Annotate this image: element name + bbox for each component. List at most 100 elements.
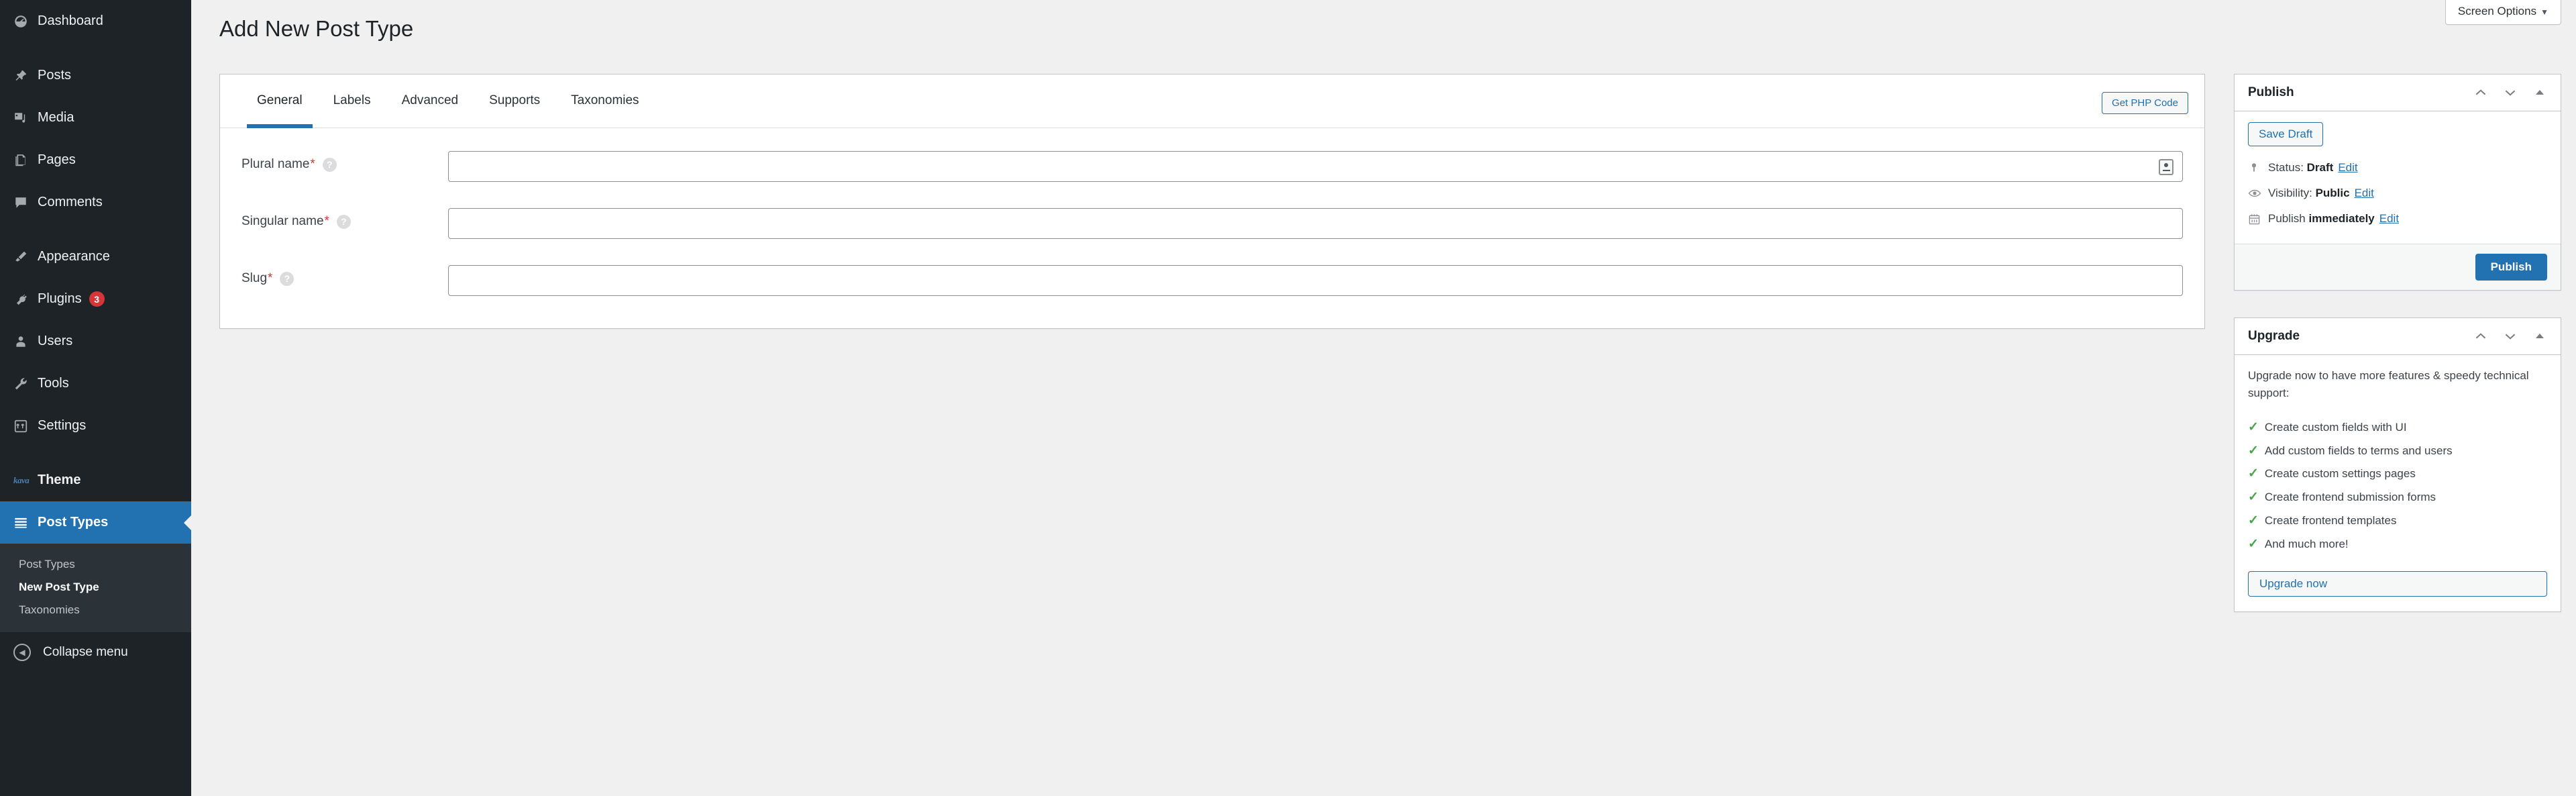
move-down-icon[interactable] [2499,325,2522,348]
sidebar-item-label: Users [38,334,73,348]
singular-name-label-text: Singular name [241,214,324,228]
calendar-icon [2248,213,2268,226]
sidebar-item-post-types[interactable]: Post Types [0,501,192,544]
pages-icon [13,153,38,168]
sidebar-item-users[interactable]: Users [0,320,191,362]
publish-postbox-title: Publish [2248,85,2294,99]
screen-options-button[interactable]: Screen Options ▼ [2445,0,2561,25]
collapse-menu-label: Collapse menu [43,645,128,659]
post-type-form-card: General Labels Advanced Supports Taxonom… [219,74,2205,329]
upgrade-postbox-body: Upgrade now to have more features & spee… [2235,355,2561,611]
plugins-update-badge: 3 [89,291,105,307]
sidebar-item-theme[interactable]: kava Theme [0,459,191,501]
sidebar-item-settings[interactable]: Settings [0,405,191,447]
status-edit-link[interactable]: Edit [2338,161,2357,175]
paintbrush-icon [13,250,38,264]
pin-icon [13,68,38,83]
move-up-icon[interactable] [2469,81,2492,104]
publish-postbox: Publish Save Draft Status: Draft Edit Vi… [2234,74,2561,291]
status-row: Status: Draft Edit [2248,155,2547,181]
field-row-singular-name: Singular name * ? [220,208,2204,239]
feature-label: Create frontend templates [2264,514,2397,528]
sidebar-item-label: Theme [38,472,81,487]
list-item: ✓ Add custom fields to terms and users [2248,440,2547,463]
submenu-item-new-post-type[interactable]: New Post Type [0,576,191,599]
sidebar-item-posts[interactable]: Posts [0,54,191,97]
upgrade-postbox-title: Upgrade [2248,329,2300,343]
feature-label: Create custom fields with UI [2264,420,2407,434]
sidebar-item-dashboard[interactable]: Dashboard [0,0,191,42]
schedule-edit-link[interactable]: Edit [2379,212,2399,226]
singular-name-control [448,208,2204,239]
form-tabs: General Labels Advanced Supports Taxonom… [220,74,2204,128]
sidebar-item-pages[interactable]: Pages [0,139,191,181]
autofill-icon[interactable] [2159,159,2174,175]
plug-icon [13,292,38,307]
admin-menu: Dashboard Posts Media Pages Comments App… [0,0,192,544]
settings-icon [13,419,38,434]
submenu-item-taxonomies[interactable]: Taxonomies [0,599,191,621]
upgrade-postbox-header: Upgrade [2235,318,2561,355]
submenu-item-post-types[interactable]: Post Types [0,553,191,576]
toggle-panel-icon[interactable] [2528,81,2551,104]
eye-icon [2248,187,2268,200]
publish-postbox-body: Save Draft Status: Draft Edit Visibility… [2235,111,2561,244]
sidebar-item-label: Media [38,110,74,125]
check-icon: ✓ [2248,419,2259,434]
menu-separator [0,447,191,459]
upgrade-postbox: Upgrade Upgrade now to have more feature… [2234,317,2561,613]
wrench-icon [13,377,38,391]
singular-name-input[interactable] [448,208,2183,239]
tab-labels[interactable]: Labels [318,74,386,128]
sidebar-postboxes: Publish Save Draft Status: Draft Edit Vi… [2234,74,2561,639]
sidebar-item-appearance[interactable]: Appearance [0,236,191,278]
list-item: ✓ Create frontend submission forms [2248,486,2547,509]
tab-general[interactable]: General [241,74,318,128]
slug-label-text: Slug [241,271,268,285]
sidebar-item-plugins[interactable]: Plugins 3 [0,278,191,320]
help-icon[interactable]: ? [322,157,337,172]
save-draft-button[interactable]: Save Draft [2248,122,2324,146]
visibility-label: Visibility: [2268,187,2312,199]
menu-separator [0,42,191,54]
check-icon: ✓ [2248,513,2259,528]
plural-name-control [448,151,2204,182]
help-icon[interactable]: ? [336,214,351,229]
comments-icon [13,195,38,210]
tab-advanced[interactable]: Advanced [386,74,474,128]
tab-supports[interactable]: Supports [474,74,555,128]
feature-label: Create custom settings pages [2264,467,2416,481]
sidebar-item-media[interactable]: Media [0,97,191,139]
visibility-edit-link[interactable]: Edit [2355,187,2374,200]
list-item: ✓ Create custom settings pages [2248,462,2547,486]
sidebar-item-label: Comments [38,195,103,209]
move-up-icon[interactable] [2469,325,2492,348]
sidebar-item-tools[interactable]: Tools [0,362,191,405]
sidebar-item-label: Post Types [38,515,109,530]
tab-taxonomies[interactable]: Taxonomies [555,74,654,128]
sidebar-item-label: Plugins [38,291,82,306]
required-marker: * [310,157,315,171]
kava-logo-icon: kava [13,475,38,486]
kava-logo-text: kava [13,475,30,485]
toggle-panel-icon[interactable] [2528,325,2551,348]
media-icon [13,111,38,126]
help-icon[interactable]: ? [280,271,294,286]
sidebar-item-label: Tools [38,376,69,391]
collapse-menu-button[interactable]: ◀ Collapse menu [0,632,191,673]
publish-button[interactable]: Publish [2475,254,2547,281]
get-php-code-button[interactable]: Get PHP Code [2102,92,2188,114]
slug-input[interactable] [448,265,2183,296]
plural-name-input[interactable] [448,151,2183,182]
chevron-down-icon: ▼ [2540,7,2548,17]
feature-label: Create frontend submission forms [2264,491,2436,504]
list-item: ✓ And much more! [2248,533,2547,556]
status-value: Draft [2306,161,2334,174]
page-title: Add New Post Type [219,16,414,41]
move-down-icon[interactable] [2499,81,2522,104]
feature-label: Add custom fields to terms and users [2264,444,2453,457]
plural-name-label-text: Plural name [241,157,310,171]
visibility-value: Public [2315,187,2350,199]
upgrade-now-button[interactable]: Upgrade now [2248,571,2547,597]
sidebar-item-comments[interactable]: Comments [0,181,191,223]
